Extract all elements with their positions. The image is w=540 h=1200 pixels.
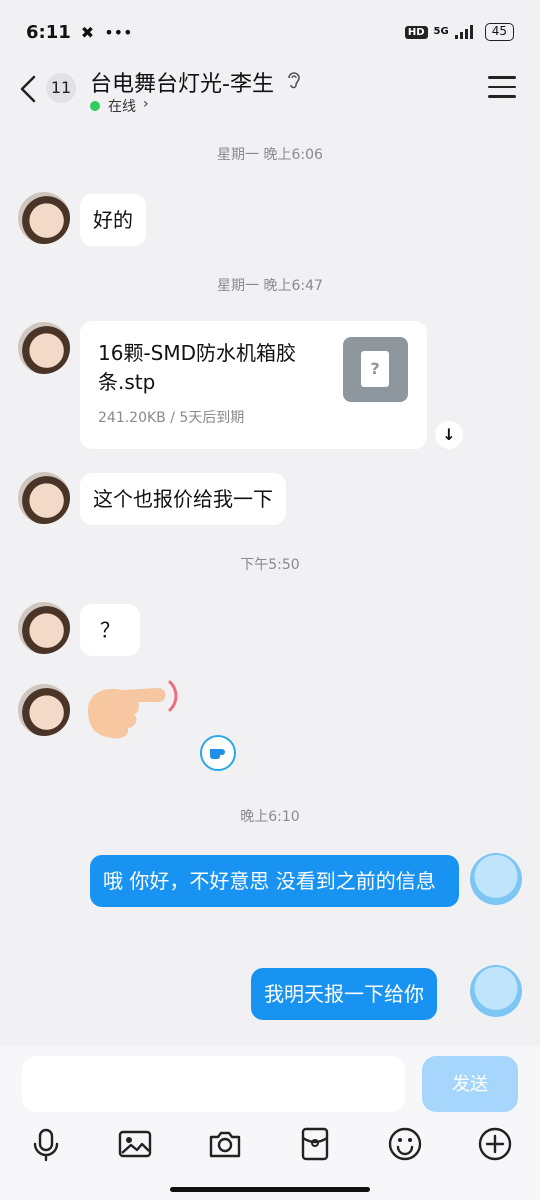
camera-icon[interactable] bbox=[207, 1126, 243, 1162]
timestamp: 星期一 晚上6:06 bbox=[217, 147, 323, 163]
my-avatar[interactable] bbox=[470, 965, 522, 1017]
red-packet-icon[interactable] bbox=[297, 1126, 333, 1162]
plus-icon[interactable] bbox=[477, 1126, 513, 1162]
outgoing-message[interactable]: 我明天报一下给你 bbox=[251, 968, 437, 1020]
timestamp: 晚上6:10 bbox=[240, 809, 300, 825]
incoming-message[interactable]: 好的 bbox=[80, 194, 146, 246]
status-bar: 6:11 ✖ ••• HD 5G 45 bbox=[0, 0, 540, 64]
contact-avatar[interactable] bbox=[18, 684, 70, 736]
network-type: 5G bbox=[433, 26, 449, 37]
menu-icon[interactable] bbox=[488, 76, 516, 100]
file-type-icon: ? bbox=[343, 337, 408, 402]
unknown-file-icon: ? bbox=[361, 351, 389, 387]
online-status-dot bbox=[90, 101, 100, 111]
chat-title: 台电舞台灯光-李生 bbox=[90, 72, 274, 97]
file-message-card[interactable]: 16颗-SMD防水机箱胶条.stp 241.20KB / 5天后到期 ? bbox=[80, 321, 427, 449]
incoming-message[interactable]: 这个也报价给我一下 bbox=[80, 473, 286, 525]
my-avatar[interactable] bbox=[470, 853, 522, 905]
signal-icon bbox=[454, 25, 473, 39]
send-button[interactable]: 发送 bbox=[422, 1056, 518, 1112]
contact-avatar[interactable] bbox=[18, 602, 70, 654]
contact-avatar[interactable] bbox=[18, 472, 70, 524]
mic-icon[interactable] bbox=[28, 1126, 64, 1162]
hd-icon: HD bbox=[404, 25, 428, 39]
download-icon[interactable]: ↓ bbox=[435, 421, 463, 449]
status-time: 6:11 bbox=[26, 21, 71, 43]
poke-hand-icon[interactable] bbox=[84, 680, 180, 742]
unread-count-badge[interactable]: 11 bbox=[46, 73, 76, 103]
outgoing-message[interactable]: 哦 你好，不好意思 没看到之前的信息 bbox=[90, 855, 459, 907]
battery-icon: 45 bbox=[484, 23, 514, 41]
more-notifications-icon: ••• bbox=[104, 22, 133, 42]
file-name: 16颗-SMD防水机箱胶条.stp bbox=[98, 341, 297, 394]
chat-header: 11 台电舞台灯光-李生 在线 › bbox=[0, 64, 540, 124]
contact-avatar[interactable] bbox=[18, 322, 70, 374]
chevron-right-icon[interactable]: › bbox=[143, 96, 149, 112]
app-notification-icon: ✖ bbox=[80, 22, 95, 42]
input-bar: 发送 bbox=[0, 1046, 540, 1200]
online-status-text[interactable]: 在线 bbox=[108, 96, 136, 116]
timestamp: 星期一 晚上6:47 bbox=[217, 278, 323, 294]
back-arrow-icon[interactable] bbox=[18, 74, 40, 104]
timestamp: 下午5:50 bbox=[240, 557, 300, 573]
file-meta: 241.20KB / 5天后到期 bbox=[98, 410, 245, 426]
contact-avatar[interactable] bbox=[18, 192, 70, 244]
image-icon[interactable] bbox=[117, 1126, 153, 1162]
ear-icon[interactable] bbox=[286, 70, 302, 90]
poke-action-icon[interactable] bbox=[200, 735, 236, 771]
message-input[interactable] bbox=[22, 1056, 405, 1112]
incoming-message[interactable]: ？ bbox=[80, 604, 140, 656]
emoji-icon[interactable] bbox=[387, 1126, 423, 1162]
home-indicator[interactable] bbox=[170, 1187, 370, 1192]
